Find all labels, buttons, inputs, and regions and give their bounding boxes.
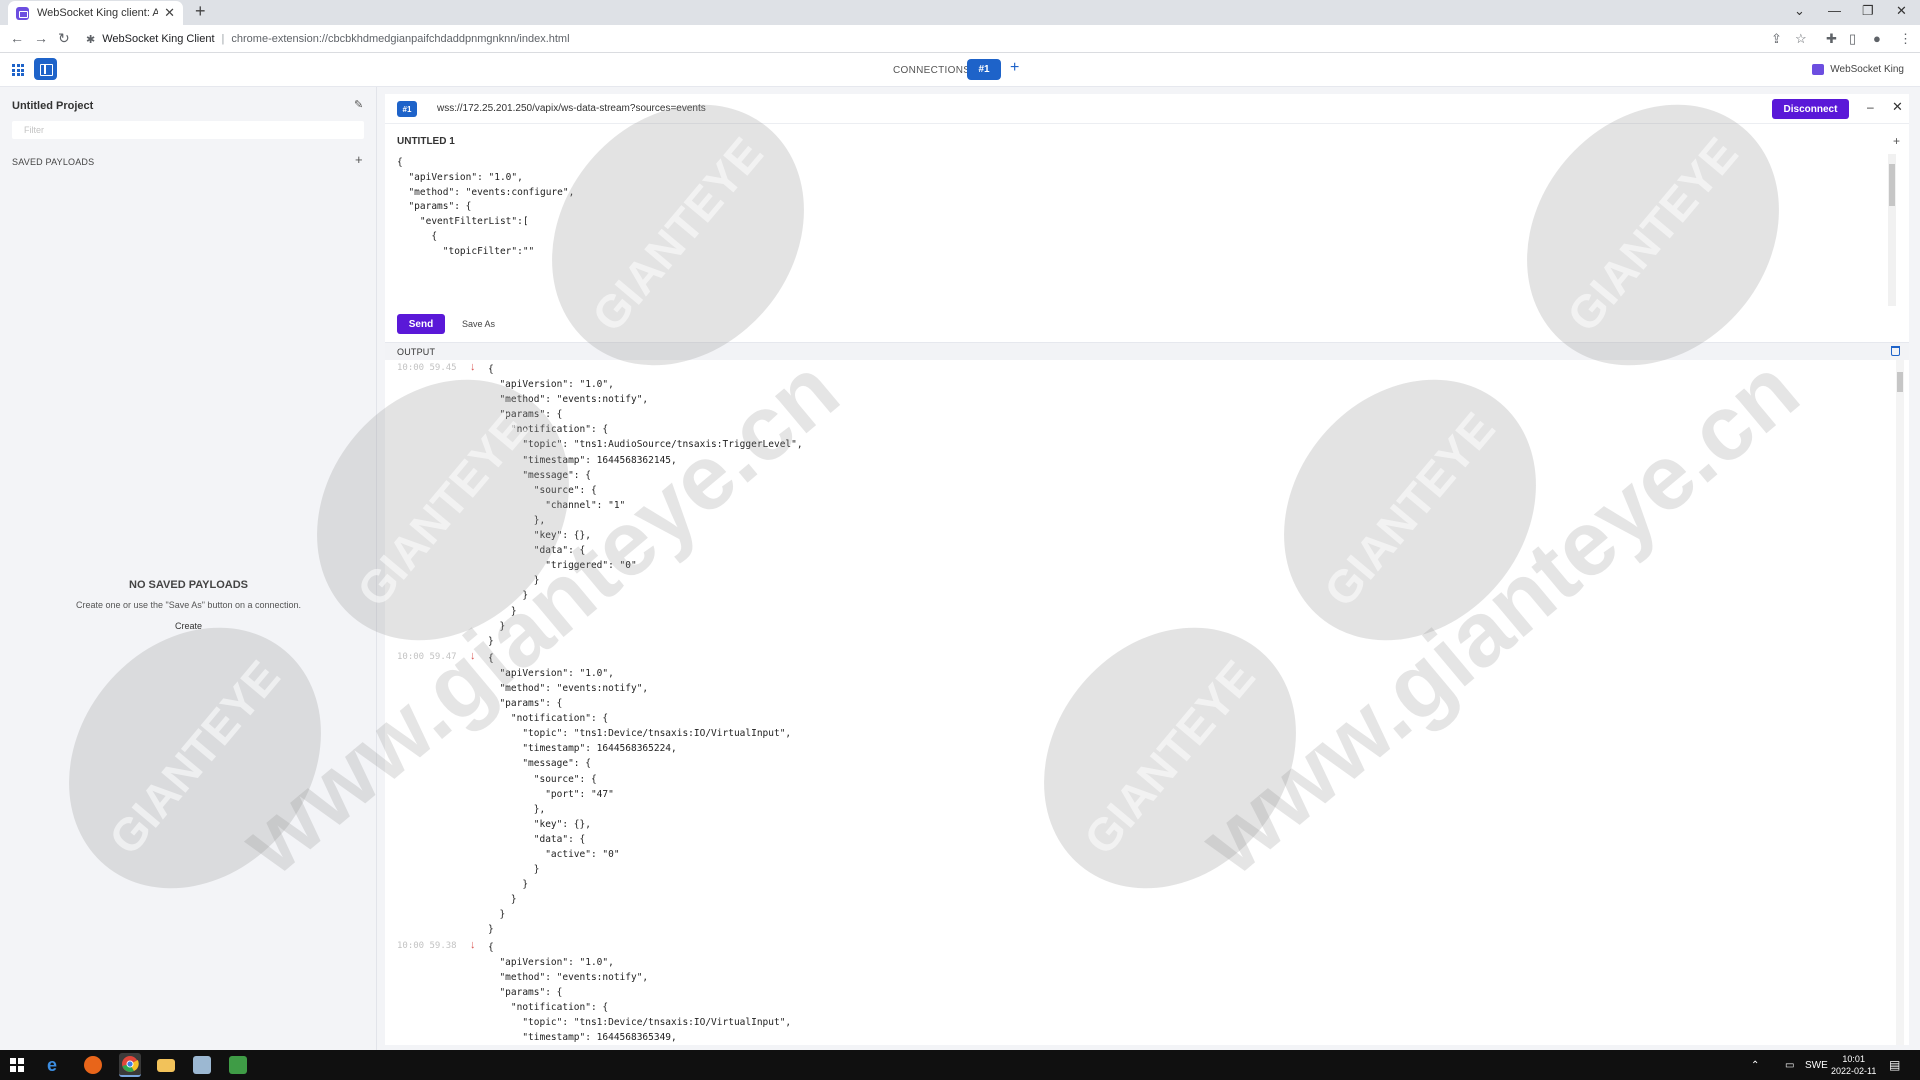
connection-badge: #1	[397, 101, 417, 117]
address-bar: ← → ↻ ✱ WebSocket King Client | chrome-e…	[0, 25, 1920, 53]
tab-close-icon[interactable]: ✕	[164, 5, 175, 21]
empty-state-title: NO SAVED PAYLOADS	[129, 579, 248, 591]
message-timestamp: 10:00 59.45	[397, 363, 457, 373]
add-payload-button[interactable]: +	[355, 152, 363, 167]
notepad-icon[interactable]	[193, 1056, 211, 1074]
editor-scrollbar[interactable]	[1888, 154, 1896, 306]
websocket-url-input[interactable]: wss://172.25.201.250/vapix/ws-data-strea…	[437, 103, 706, 114]
tray-overflow-icon[interactable]: ⌃	[1751, 1060, 1759, 1071]
add-payload-tab-button[interactable]: +	[1893, 134, 1900, 148]
message-timestamp: 10:00 59.47	[397, 651, 457, 662]
chrome-taskbar-item[interactable]	[119, 1053, 141, 1077]
windows-start-icon[interactable]	[10, 1058, 24, 1072]
star-icon[interactable]: ☆	[1795, 31, 1807, 47]
message-body: { "apiVersion": "1.0", "method": "events…	[488, 941, 792, 1044]
browser-tabstrip: WebSocket King client: A testing ✕ + ⌄ —…	[0, 0, 1920, 25]
omnibox-page-title: WebSocket King Client	[102, 33, 215, 45]
connection-url-row: #1 wss://172.25.201.250/vapix/ws-data-st…	[385, 94, 1909, 124]
browser-tab[interactable]: WebSocket King client: A testing ✕	[8, 1, 183, 25]
output-header: OUTPUT	[385, 342, 1909, 360]
create-payload-link[interactable]: Create	[0, 621, 377, 631]
close-connection-icon[interactable]: ✕	[1892, 99, 1903, 115]
share-icon[interactable]: ⇪	[1771, 31, 1782, 47]
add-connection-button[interactable]: +	[1010, 59, 1019, 77]
message-body: { "apiVersion": "1.0", "method": "events…	[488, 364, 803, 647]
edge-icon[interactable]: e	[47, 1056, 65, 1074]
back-icon[interactable]: ←	[10, 30, 24, 46]
incoming-arrow-icon: ↓	[470, 649, 476, 662]
output-message: 10:00 59.47 ↓ { "apiVersion": "1.0", "me…	[385, 649, 1885, 938]
saved-payloads-label: SAVED PAYLOADS	[12, 157, 95, 167]
clock-time: 10:01	[1842, 1054, 1865, 1064]
omnibox[interactable]: ✱ WebSocket King Client | chrome-extensi…	[86, 28, 570, 50]
connection-panel: #1 wss://172.25.201.250/vapix/ws-data-st…	[385, 94, 1909, 1045]
brand-name: WebSocket King	[1830, 64, 1904, 75]
window-close-icon[interactable]: ✕	[1896, 3, 1907, 19]
disconnect-button[interactable]: Disconnect	[1772, 99, 1849, 119]
websocket-king-logo-icon	[1812, 64, 1825, 75]
output-label: OUTPUT	[397, 347, 436, 357]
sidebar: Untitled Project ✎ SAVED PAYLOADS + NO S…	[0, 87, 377, 1050]
reload-icon[interactable]: ↻	[58, 30, 70, 47]
empty-state-description: Create one or use the "Save As" button o…	[75, 600, 302, 610]
save-as-button[interactable]: Save As	[462, 319, 495, 329]
output-message: 10:00 59.38 ↓ { "apiVersion": "1.0", "me…	[385, 938, 1885, 1045]
connection-tab-1[interactable]: #1	[967, 59, 1001, 80]
output-scrollbar[interactable]	[1896, 360, 1904, 1045]
message-timestamp: 10:00 59.38	[397, 940, 457, 951]
trash-icon[interactable]	[1891, 346, 1900, 356]
system-clock[interactable]: 10:01 2022-02-11	[1831, 1053, 1876, 1077]
minimize-connection-icon[interactable]: –	[1867, 100, 1874, 114]
websocket-king-favicon-icon	[16, 6, 29, 20]
clock-date: 2022-02-11	[1831, 1066, 1877, 1076]
message-body: { "apiVersion": "1.0", "method": "events…	[488, 652, 792, 936]
side-panel-icon[interactable]: ▯	[1849, 31, 1856, 47]
sidebar-toggle-icon[interactable]	[34, 58, 57, 80]
taskbar: e ⌃ ▭ SWE 10:01 2022-02-11 ▤	[0, 1050, 1920, 1080]
output-message: 10:00 59.45 ↓ { "apiVersion": "1.0", "me…	[385, 361, 1885, 649]
forward-icon[interactable]: →	[34, 30, 48, 46]
spreadsheet-app-icon[interactable]	[229, 1056, 247, 1074]
window-restore-icon[interactable]: ❐	[1862, 3, 1874, 19]
app-header: CONNECTIONS #1 + WebSocket King	[0, 53, 1920, 87]
payload-editor[interactable]: { "apiVersion": "1.0", "method": "events…	[397, 156, 1887, 306]
project-title: Untitled Project	[12, 100, 94, 112]
network-icon[interactable]: ▭	[1785, 1060, 1794, 1071]
extension-puzzle-icon: ✱	[86, 33, 96, 46]
new-tab-button[interactable]: +	[195, 1, 206, 22]
filter-input[interactable]	[12, 121, 364, 139]
brand: WebSocket King	[1812, 64, 1904, 75]
connections-label: CONNECTIONS	[893, 65, 971, 76]
payload-title: UNTITLED 1	[397, 136, 455, 147]
incoming-arrow-icon: ↓	[470, 938, 476, 951]
profile-icon[interactable]: ●	[1873, 31, 1881, 46]
firefox-icon[interactable]	[84, 1056, 102, 1074]
incoming-arrow-icon: ↓	[470, 361, 476, 373]
output-log: 10:00 59.45 ↓ { "apiVersion": "1.0", "me…	[385, 360, 1885, 1045]
apps-grid-icon[interactable]	[12, 64, 24, 76]
send-button[interactable]: Send	[397, 314, 445, 334]
file-explorer-icon[interactable]	[157, 1059, 175, 1072]
menu-icon[interactable]: ⋮	[1899, 31, 1912, 47]
omnibox-separator: |	[221, 33, 225, 45]
tab-search-icon[interactable]: ⌄	[1794, 3, 1805, 19]
tab-title: WebSocket King client: A testing	[37, 7, 159, 19]
extensions-icon[interactable]: ✚	[1826, 31, 1837, 47]
edit-icon[interactable]: ✎	[354, 98, 363, 111]
window-minimize-icon[interactable]: —	[1828, 3, 1841, 18]
keyboard-language[interactable]: SWE	[1805, 1060, 1828, 1071]
notifications-icon[interactable]: ▤	[1889, 1058, 1900, 1072]
omnibox-url: chrome-extension://cbcbkhdmedgianpaifchd…	[231, 33, 570, 45]
